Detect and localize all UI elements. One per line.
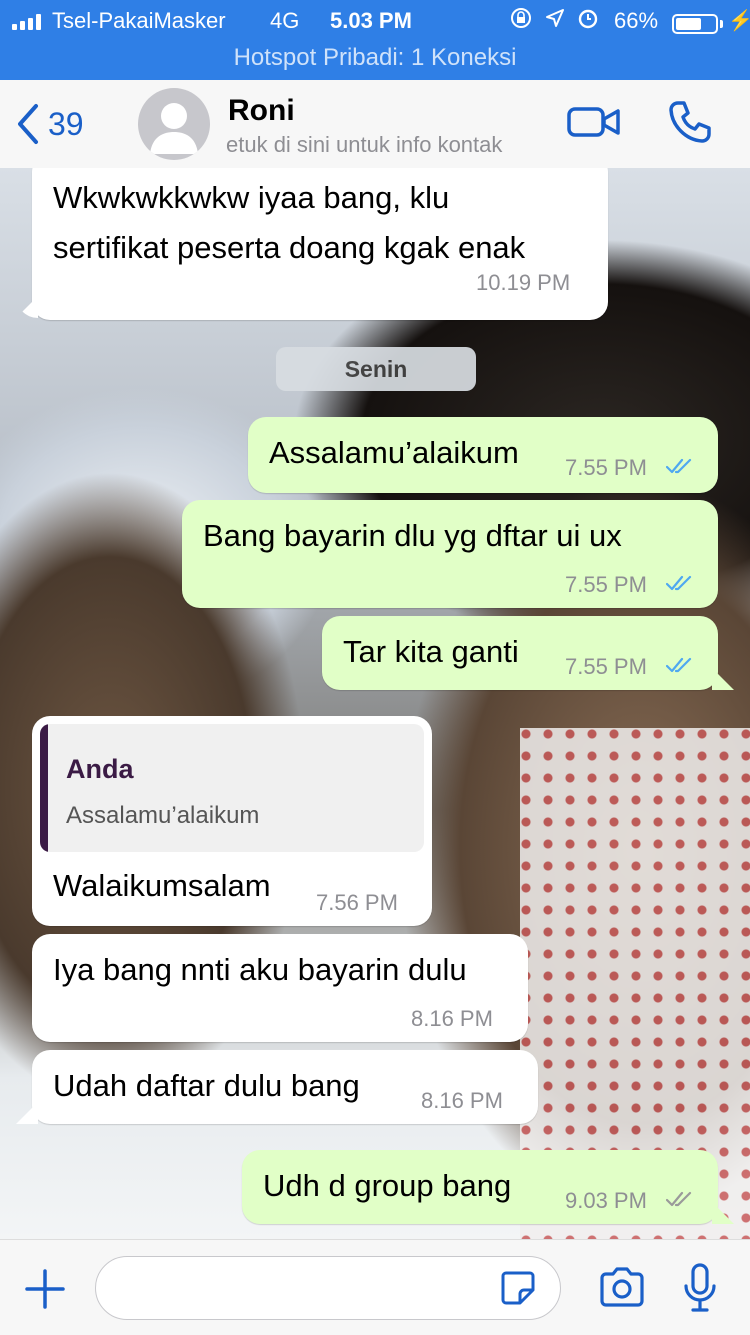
message-time: 7.55 PM <box>565 572 647 597</box>
back-button[interactable]: 39 <box>14 102 84 146</box>
message-text: sertifikat peserta doang kgak enak <box>53 230 526 265</box>
message-time: 8.16 PM <box>411 1006 493 1031</box>
contact-name[interactable]: Roni <box>228 94 295 128</box>
rotation-lock-icon <box>511 7 531 28</box>
chevron-left-icon <box>18 104 38 144</box>
status-bar: Tsel-PakaiMasker 4G 5.03 PM 66% ⚡ Hotspo… <box>0 0 750 80</box>
message-text: Wkwkwkkwkw iyaa bang, klu <box>53 180 450 215</box>
battery-level <box>676 18 701 30</box>
video-camera-icon <box>567 107 620 137</box>
voice-note-button[interactable] <box>682 1262 718 1314</box>
quote-text: Assalamu’alaikum <box>66 802 260 829</box>
camera-button[interactable] <box>598 1266 646 1308</box>
message-bubble-incoming[interactable]: Wkwkwkkwkw iyaa bang, klu sertifikat pes… <box>32 168 608 320</box>
message-time: 7.55 PM <box>565 654 647 679</box>
avatar[interactable] <box>138 88 210 160</box>
message-bubble-incoming[interactable]: Iya bang nnti aku bayarin dulu 8.16 PM <box>32 934 528 1042</box>
plus-icon <box>25 1269 65 1309</box>
day-separator: Senin <box>276 347 476 391</box>
battery-percent: 66% <box>614 8 659 33</box>
network-type: 4G <box>270 8 300 33</box>
read-receipt-icon <box>666 657 692 673</box>
camera-icon <box>600 1267 644 1307</box>
message-bubble-outgoing[interactable]: Assalamu’alaikum 7.55 PM <box>248 417 718 493</box>
message-text: Tar kita ganti <box>343 634 519 669</box>
message-text: Bang bayarin dlu yg dftar ui ux <box>203 518 622 553</box>
message-bubble-incoming[interactable]: Anda Assalamu’alaikum Walaikumsalam 7.56… <box>32 716 432 926</box>
sticker-icon <box>501 1271 535 1305</box>
message-bubble-incoming[interactable]: Udah daftar dulu bang 8.16 PM <box>32 1050 538 1124</box>
read-receipt-icon <box>666 575 692 591</box>
message-time: 8.16 PM <box>421 1088 503 1113</box>
composer-bar <box>0 1239 750 1335</box>
message-time: 7.55 PM <box>565 455 647 480</box>
hotspot-banner[interactable]: Hotspot Pribadi: 1 Koneksi <box>0 44 750 72</box>
phone-icon <box>669 101 711 143</box>
carrier-name: Tsel-PakaiMasker <box>52 8 226 33</box>
read-receipt-icon <box>666 458 692 474</box>
message-text: Assalamu’alaikum <box>269 435 519 470</box>
location-icon <box>545 8 564 27</box>
quoted-reply[interactable]: Anda Assalamu’alaikum <box>40 724 424 852</box>
message-text: Iya bang nnti aku bayarin dulu <box>53 952 467 987</box>
microphone-icon <box>684 1263 716 1312</box>
quote-author: Anda <box>66 754 134 784</box>
battery-tip <box>720 20 723 28</box>
contact-info-hint[interactable]: etuk di sini untuk info kontak <box>226 132 502 158</box>
sticker-button[interactable] <box>500 1270 536 1306</box>
message-bubble-outgoing[interactable]: Bang bayarin dlu yg dftar ui ux 7.55 PM <box>182 500 718 608</box>
clock: 5.03 PM <box>330 8 412 33</box>
message-text: Udh d group bang <box>263 1168 512 1203</box>
message-text: Walaikumsalam <box>53 868 271 903</box>
video-call-button[interactable] <box>566 102 622 142</box>
charging-icon: ⚡ <box>728 10 750 32</box>
message-time: 9.03 PM <box>565 1188 647 1213</box>
message-bubble-outgoing[interactable]: Udh d group bang 9.03 PM <box>242 1150 718 1224</box>
message-time: 10.19 PM <box>476 270 571 295</box>
chat-header: 39 Roni etuk di sini untuk info kontak <box>0 80 750 169</box>
chat-area[interactable]: Wkwkwkkwkw iyaa bang, klu sertifikat pes… <box>0 168 750 1239</box>
person-icon <box>150 103 198 154</box>
status-icons <box>510 6 599 29</box>
message-time: 7.56 PM <box>316 890 398 915</box>
battery-icon <box>672 14 718 34</box>
unread-count: 39 <box>48 105 84 142</box>
voice-call-button[interactable] <box>666 98 714 146</box>
delivered-receipt-icon <box>666 1191 692 1207</box>
message-text: Udah daftar dulu bang <box>53 1068 360 1103</box>
alarm-icon <box>578 9 598 28</box>
bubble-tail <box>16 1102 38 1124</box>
attach-button[interactable] <box>24 1268 66 1310</box>
bubble-tail <box>712 668 734 690</box>
quote-accent-bar <box>40 724 48 852</box>
message-bubble-outgoing[interactable]: Tar kita ganti 7.55 PM <box>322 616 718 690</box>
message-input[interactable] <box>95 1256 561 1320</box>
